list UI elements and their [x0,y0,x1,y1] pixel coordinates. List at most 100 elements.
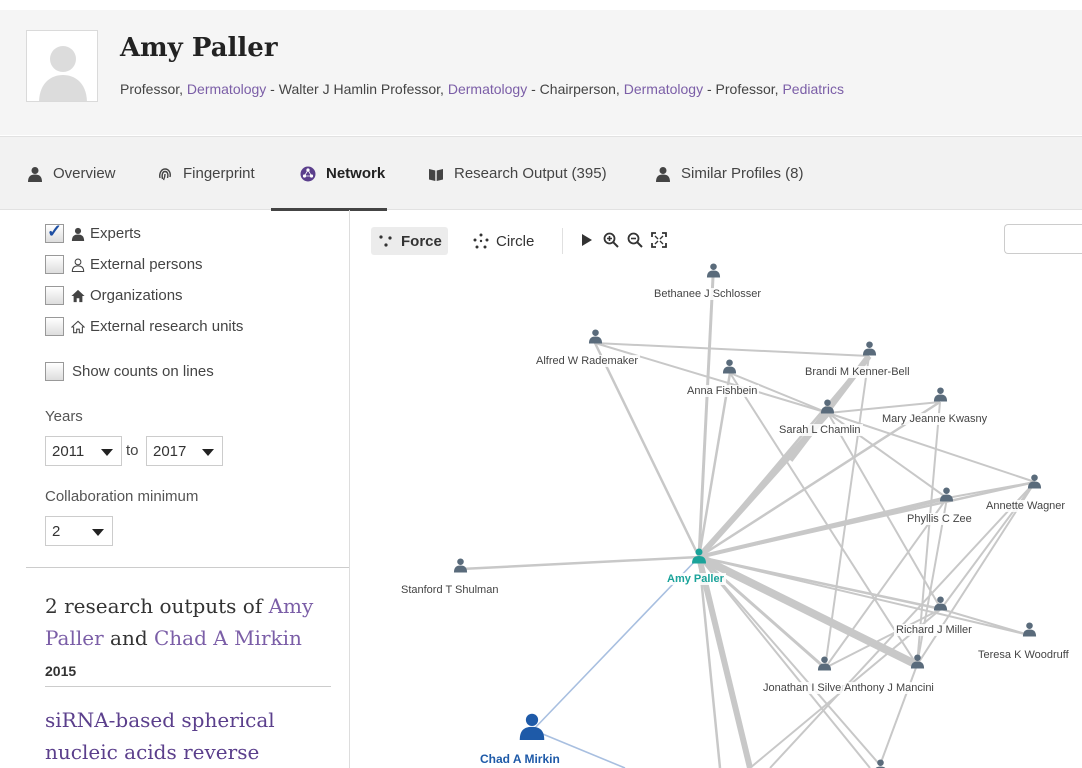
home-outline-icon [70,319,86,335]
avatar [26,30,98,102]
output-year: 2015 [45,663,77,679]
person-b-link[interactable]: Chad A Mirkin [154,626,302,650]
node-label[interactable]: Phyllis C Zee [905,513,974,525]
network-icon [299,165,317,183]
experts-checkbox[interactable] [45,221,64,243]
node-label[interactable]: Jonathan I Silverberg [761,682,847,694]
filter-label: Experts [90,225,141,242]
collaboration-value: 2 [52,522,61,540]
node-label[interactable]: Mary Jeanne Kwasny [880,413,990,425]
caret-down-icon [202,449,214,456]
filter-experts[interactable]: Experts [45,221,141,243]
person-icon [654,165,672,183]
node-person-icon[interactable] [873,758,888,768]
node-label[interactable]: Annette Wagner [984,500,1068,512]
filter-organizations[interactable]: Organizations [45,286,183,305]
network-graph[interactable]: Force Circle Bethanee J Schlosser Alfred… [350,210,1082,768]
node-label[interactable]: Richard J Miller [894,624,974,636]
years-to-label: to [126,442,139,459]
title-role: Professor, [715,81,783,97]
filter-external-units[interactable]: External research units [45,317,243,336]
title-role: Professor, [120,81,187,97]
profile-name: Amy Paller [120,33,278,63]
node-person-icon[interactable] [933,595,948,616]
filter-external-persons[interactable]: External persons [45,255,203,274]
filter-show-counts[interactable]: Show counts on lines [45,362,214,381]
years-label: Years [45,408,83,425]
node-label[interactable]: Chad A Mirkin [478,752,562,766]
node-label[interactable]: Anthony J Mancini [842,682,936,694]
filter-label: External research units [90,318,244,335]
title-role: Chairperson, [539,81,624,97]
research-outputs-heading: 2 research outputs of Amy Paller and Cha… [45,590,335,654]
filter-label: External persons [90,256,203,273]
caret-down-icon [101,449,113,456]
tab-label: Overview [53,165,116,182]
book-icon [427,165,445,183]
node-person-icon[interactable] [817,655,832,676]
title-separator: - [527,81,540,97]
node-label[interactable]: Teresa K Woodruff [976,649,1071,661]
year-from-select[interactable]: 2011 [45,436,122,466]
node-label[interactable]: Anna Fishbein [685,385,760,397]
divider [26,567,349,568]
tab-overview[interactable]: Overview [26,137,116,210]
node-person-icon[interactable] [1022,621,1037,642]
node-person-icon[interactable] [1027,473,1042,494]
paper-title-link[interactable]: siRNA-based spherical nucleic acids reve… [45,704,345,768]
tab-label: Fingerprint [183,165,255,182]
node-person-icon[interactable] [691,547,707,569]
collaboration-select[interactable]: 2 [45,516,113,546]
node-person-icon[interactable] [933,386,948,407]
year-divider [45,686,331,687]
outputs-count: 2 research outputs of [45,594,269,618]
node-person-icon[interactable] [862,340,877,361]
show-counts-checkbox[interactable] [45,362,64,381]
title-separator: - [266,81,279,97]
node-person-icon[interactable] [706,262,721,283]
node-person-icon[interactable] [518,712,546,745]
person-icon [70,226,86,242]
tab-fingerprint[interactable]: Fingerprint [156,137,255,210]
collaboration-label: Collaboration minimum [45,488,199,505]
person-icon [26,165,44,183]
node-person-icon[interactable] [910,653,925,674]
tab-research-output[interactable]: Research Output (395) [427,137,607,210]
node-person-icon[interactable] [820,398,835,419]
external-persons-checkbox[interactable] [45,255,64,274]
filter-label: Show counts on lines [72,363,214,380]
tab-similar-profiles[interactable]: Similar Profiles (8) [654,137,804,210]
organizations-checkbox[interactable] [45,286,64,305]
node-label[interactable]: Stanford T Shulman [399,584,501,596]
person-placeholder-icon [39,46,87,101]
dept-link[interactable]: Pediatrics [782,81,843,97]
caret-down-icon [92,529,104,536]
node-label[interactable]: Amy Paller [665,573,726,585]
outputs-and: and [103,626,154,650]
person-outline-icon [70,257,86,273]
dept-link[interactable]: Dermatology [187,81,266,97]
external-units-checkbox[interactable] [45,317,64,336]
profile-tabs: Overview Fingerprint Network Research Ou… [0,136,1082,211]
node-label[interactable]: Sarah L Chamlin [777,424,863,436]
node-label[interactable]: Bethanee J Schlosser [652,288,764,300]
year-to-select[interactable]: 2017 [146,436,223,466]
node-person-icon[interactable] [939,486,954,507]
fingerprint-icon [156,165,174,183]
profile-titles: Professor, Dermatology - Walter J Hamlin… [120,81,844,97]
tab-label: Similar Profiles (8) [681,165,804,182]
tab-network[interactable]: Network [270,137,388,211]
tab-label: Network [326,165,386,182]
title-separator: - [703,81,716,97]
filter-panel: Experts External persons Organizations E… [26,210,350,768]
node-person-icon[interactable] [453,557,468,578]
node-person-icon[interactable] [722,358,737,379]
dept-link[interactable]: Dermatology [624,81,703,97]
home-icon [70,288,86,304]
node-label[interactable]: Brandi M Kenner-Bell [803,366,912,378]
node-person-icon[interactable] [588,328,603,349]
year-to-value: 2017 [153,442,187,460]
node-label[interactable]: Alfred W Rademaker [534,355,641,367]
profile-header: Amy Paller Professor, Dermatology - Walt… [0,10,1082,135]
dept-link[interactable]: Dermatology [448,81,527,97]
